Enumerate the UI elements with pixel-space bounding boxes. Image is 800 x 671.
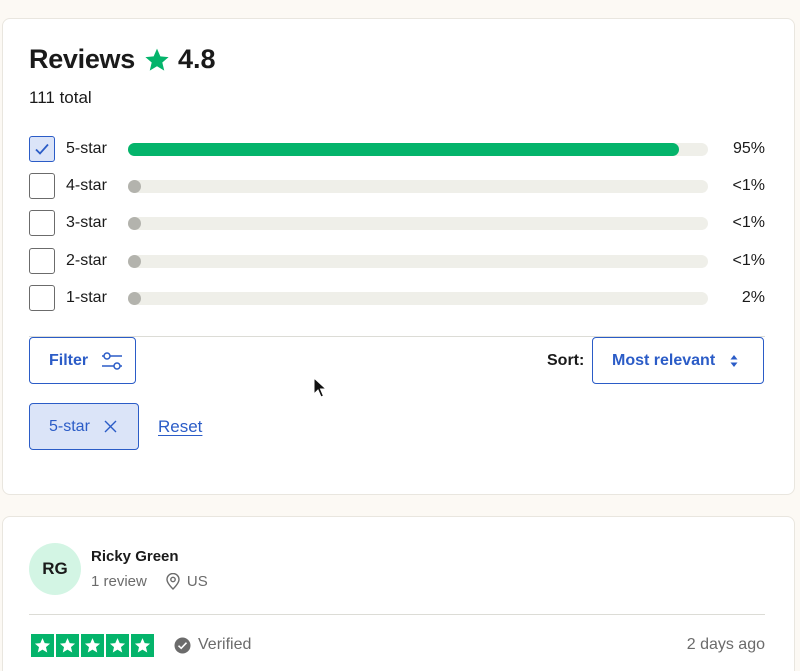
rating-bar-fill: [128, 179, 141, 193]
verified-check-icon: [174, 637, 191, 653]
star-icon: [81, 634, 104, 657]
rating-bar: [128, 291, 708, 305]
checkbox-3-star[interactable]: [29, 210, 55, 236]
rating-row-5[interactable]: 5-star 95%: [29, 135, 765, 163]
filter-sliders-icon: [102, 351, 123, 370]
star-icon: [56, 634, 79, 657]
sort-arrows-icon: [730, 354, 738, 367]
rating-bar: [128, 254, 708, 268]
cursor-icon: [313, 377, 327, 398]
reviewer-name[interactable]: Ricky Green: [91, 548, 179, 565]
checkmark-icon: [35, 143, 49, 155]
rating-row-percent: <1%: [732, 177, 765, 194]
rating-row-percent: 95%: [732, 140, 765, 157]
rating-bar: [128, 142, 708, 156]
sort-select-value: Most relevant: [612, 351, 716, 369]
rating-row-percent: 2%: [741, 289, 765, 306]
checkbox-4-star[interactable]: [29, 173, 55, 199]
close-icon[interactable]: [104, 420, 117, 433]
rating-row-3[interactable]: 3-star <1%: [29, 209, 765, 237]
rating-row-1[interactable]: 1-star 2%: [29, 284, 765, 312]
checkbox-5-star[interactable]: [29, 136, 55, 162]
rating-row-label: 1-star: [66, 289, 107, 306]
rating-bar: [128, 179, 708, 193]
star-icon: [145, 48, 169, 71]
rating-bar-fill: [128, 254, 141, 268]
avatar[interactable]: RG: [29, 543, 81, 595]
reviewer-meta: 1 review US: [91, 573, 208, 590]
sort-select[interactable]: Most relevant: [592, 337, 764, 384]
review-star-rating: [31, 634, 154, 657]
average-rating: 4.8: [177, 44, 216, 74]
checkbox-1-star[interactable]: [29, 285, 55, 311]
rating-bar: [128, 216, 708, 230]
star-icon: [106, 634, 129, 657]
rating-bar-fill: [128, 291, 141, 305]
checkbox-2-star[interactable]: [29, 248, 55, 274]
review-total: 111 total: [29, 88, 92, 107]
filter-button[interactable]: Filter: [29, 337, 136, 384]
review-divider: [29, 614, 765, 615]
sort-label: Sort:: [547, 352, 585, 369]
rating-row-2[interactable]: 2-star <1%: [29, 247, 765, 275]
rating-bar-fill: [128, 142, 679, 156]
rating-bar-fill: [128, 216, 141, 230]
reviewer-review-count: 1 review: [91, 573, 147, 590]
reviews-header: Reviews 4.8: [29, 44, 216, 75]
rating-row-label: 2-star: [66, 252, 107, 269]
page-title: Reviews: [29, 44, 135, 74]
review-date: 2 days ago: [686, 636, 765, 653]
verified-badge[interactable]: Verified: [174, 636, 251, 654]
star-icon: [31, 634, 54, 657]
location-pin-icon: [166, 573, 180, 590]
active-filter-chip[interactable]: 5-star: [29, 403, 139, 450]
rating-row-percent: <1%: [732, 252, 765, 269]
filter-button-label: Filter: [49, 351, 89, 369]
verified-label: Verified: [198, 636, 252, 653]
reset-link[interactable]: Reset: [158, 417, 202, 437]
reviewer-country: US: [186, 573, 208, 590]
rating-row-label: 3-star: [66, 214, 107, 231]
rating-row-percent: <1%: [732, 214, 765, 231]
rating-row-label: 4-star: [66, 177, 107, 194]
star-icon: [131, 634, 154, 657]
rating-row-label: 5-star: [66, 140, 107, 157]
active-filter-label: 5-star: [49, 417, 90, 435]
rating-row-4[interactable]: 4-star <1%: [29, 172, 765, 200]
